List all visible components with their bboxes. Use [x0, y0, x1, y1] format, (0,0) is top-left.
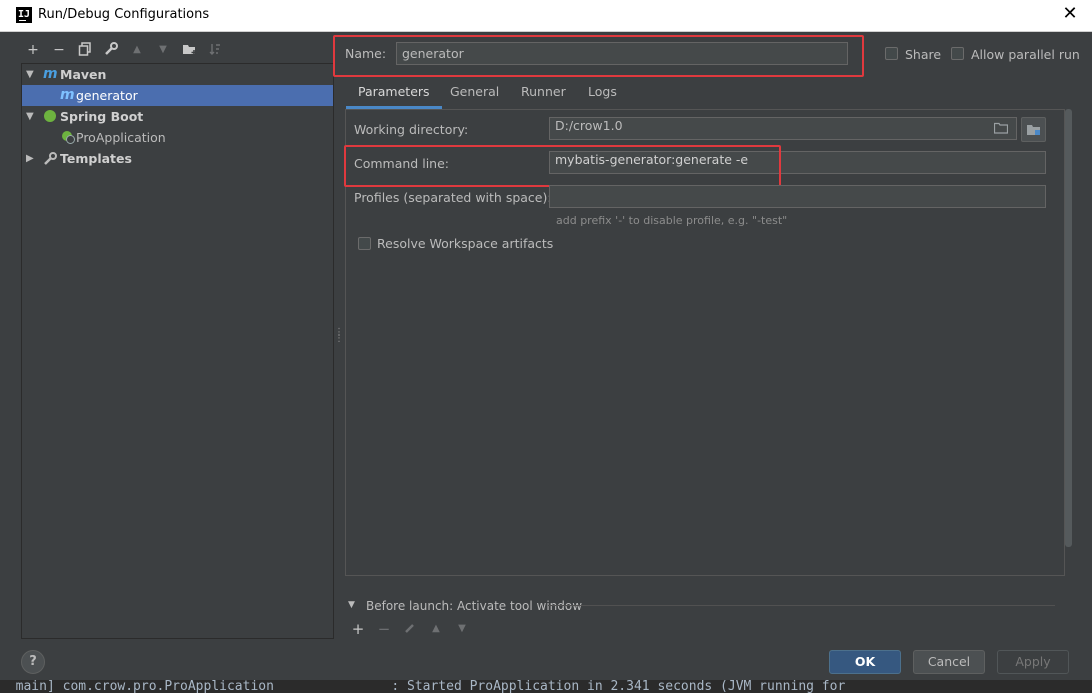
- before-launch-expand-arrow-icon[interactable]: ▼: [348, 600, 355, 610]
- tree-node-generator[interactable]: m generator: [22, 85, 333, 106]
- close-window-button[interactable]: ✕: [1059, 3, 1081, 25]
- intellij-app-icon: IJ: [16, 7, 32, 23]
- spring-boot-icon: [44, 110, 56, 122]
- edit-templates-icon[interactable]: [103, 42, 119, 58]
- resolve-workspace-label: Resolve Workspace artifacts: [377, 236, 554, 251]
- tab-general[interactable]: General: [450, 84, 499, 106]
- before-launch-move-up-icon[interactable]: ▲: [428, 621, 444, 637]
- command-line-label: Command line:: [354, 156, 449, 171]
- new-folder-icon[interactable]: [181, 42, 197, 58]
- cancel-button[interactable]: Cancel: [913, 650, 985, 674]
- title-bar: IJ Run/Debug Configurations ✕: [0, 0, 1092, 32]
- before-launch-move-down-icon[interactable]: ▼: [454, 621, 470, 637]
- window-title: Run/Debug Configurations: [38, 7, 210, 22]
- tree-node-spring-boot[interactable]: ▼ Spring Boot: [22, 106, 333, 127]
- ok-button[interactable]: OK: [829, 650, 901, 674]
- tree-node-templates[interactable]: ▶ Templates: [22, 148, 333, 169]
- move-down-icon[interactable]: ▼: [155, 42, 171, 58]
- copy-icon[interactable]: [77, 42, 93, 58]
- tree-node-proapplication[interactable]: ProApplication: [22, 127, 333, 148]
- profiles-hint: add prefix '-' to disable profile, e.g. …: [556, 214, 788, 227]
- collapsed-arrow-icon[interactable]: ▶: [26, 148, 34, 169]
- before-launch-edit-icon[interactable]: [402, 621, 418, 637]
- command-line-field[interactable]: mybatis-generator:generate -e: [549, 151, 1046, 174]
- working-directory-field[interactable]: D:/crow1.0: [549, 117, 1017, 140]
- browse-module-button[interactable]: [1021, 117, 1046, 142]
- folder-icon[interactable]: [993, 122, 1009, 134]
- background-console-log: main] com.crow.pro.ProApplication : Star…: [0, 680, 1092, 693]
- spring-boot-app-icon: [62, 131, 75, 144]
- name-label: Name:: [345, 46, 387, 61]
- panel-splitter[interactable]: ⋮ ⋮: [334, 328, 344, 348]
- add-icon[interactable]: +: [25, 42, 41, 58]
- profiles-label: Profiles (separated with space):: [354, 190, 552, 205]
- profiles-field[interactable]: [549, 185, 1046, 208]
- sort-icon[interactable]: [207, 42, 223, 58]
- tab-logs[interactable]: Logs: [588, 84, 617, 106]
- allow-parallel-run-label: Allow parallel run: [971, 47, 1080, 62]
- vertical-scrollbar[interactable]: [1065, 109, 1072, 547]
- working-directory-label: Working directory:: [354, 122, 469, 137]
- parameters-panel: [345, 109, 1065, 576]
- tree-node-maven[interactable]: ▼ m Maven: [22, 64, 333, 85]
- expanded-arrow-icon[interactable]: ▼: [26, 106, 34, 127]
- move-up-icon[interactable]: ▲: [129, 42, 145, 58]
- share-label: Share: [905, 47, 942, 62]
- before-launch-label[interactable]: Before launch: Activate tool window: [366, 599, 582, 613]
- before-launch-divider: [548, 605, 1055, 606]
- apply-button[interactable]: Apply: [997, 650, 1069, 674]
- help-button[interactable]: ?: [21, 650, 45, 674]
- expanded-arrow-icon[interactable]: ▼: [26, 64, 34, 85]
- share-checkbox[interactable]: [885, 47, 898, 60]
- configuration-tree: ▼ m Maven m generator ▼ Spring Boot ProA…: [21, 63, 334, 639]
- remove-icon[interactable]: −: [51, 42, 67, 58]
- before-launch-remove-icon[interactable]: −: [376, 621, 392, 637]
- before-launch-add-icon[interactable]: +: [350, 621, 366, 637]
- wrench-icon: [43, 148, 57, 173]
- maven-icon: m: [60, 87, 75, 103]
- maven-icon: m: [43, 66, 58, 82]
- name-input[interactable]: [396, 42, 848, 65]
- allow-parallel-run-checkbox[interactable]: [951, 47, 964, 60]
- tab-parameters[interactable]: Parameters: [346, 84, 442, 109]
- tab-runner[interactable]: Runner: [521, 84, 566, 106]
- resolve-workspace-checkbox[interactable]: [358, 237, 371, 250]
